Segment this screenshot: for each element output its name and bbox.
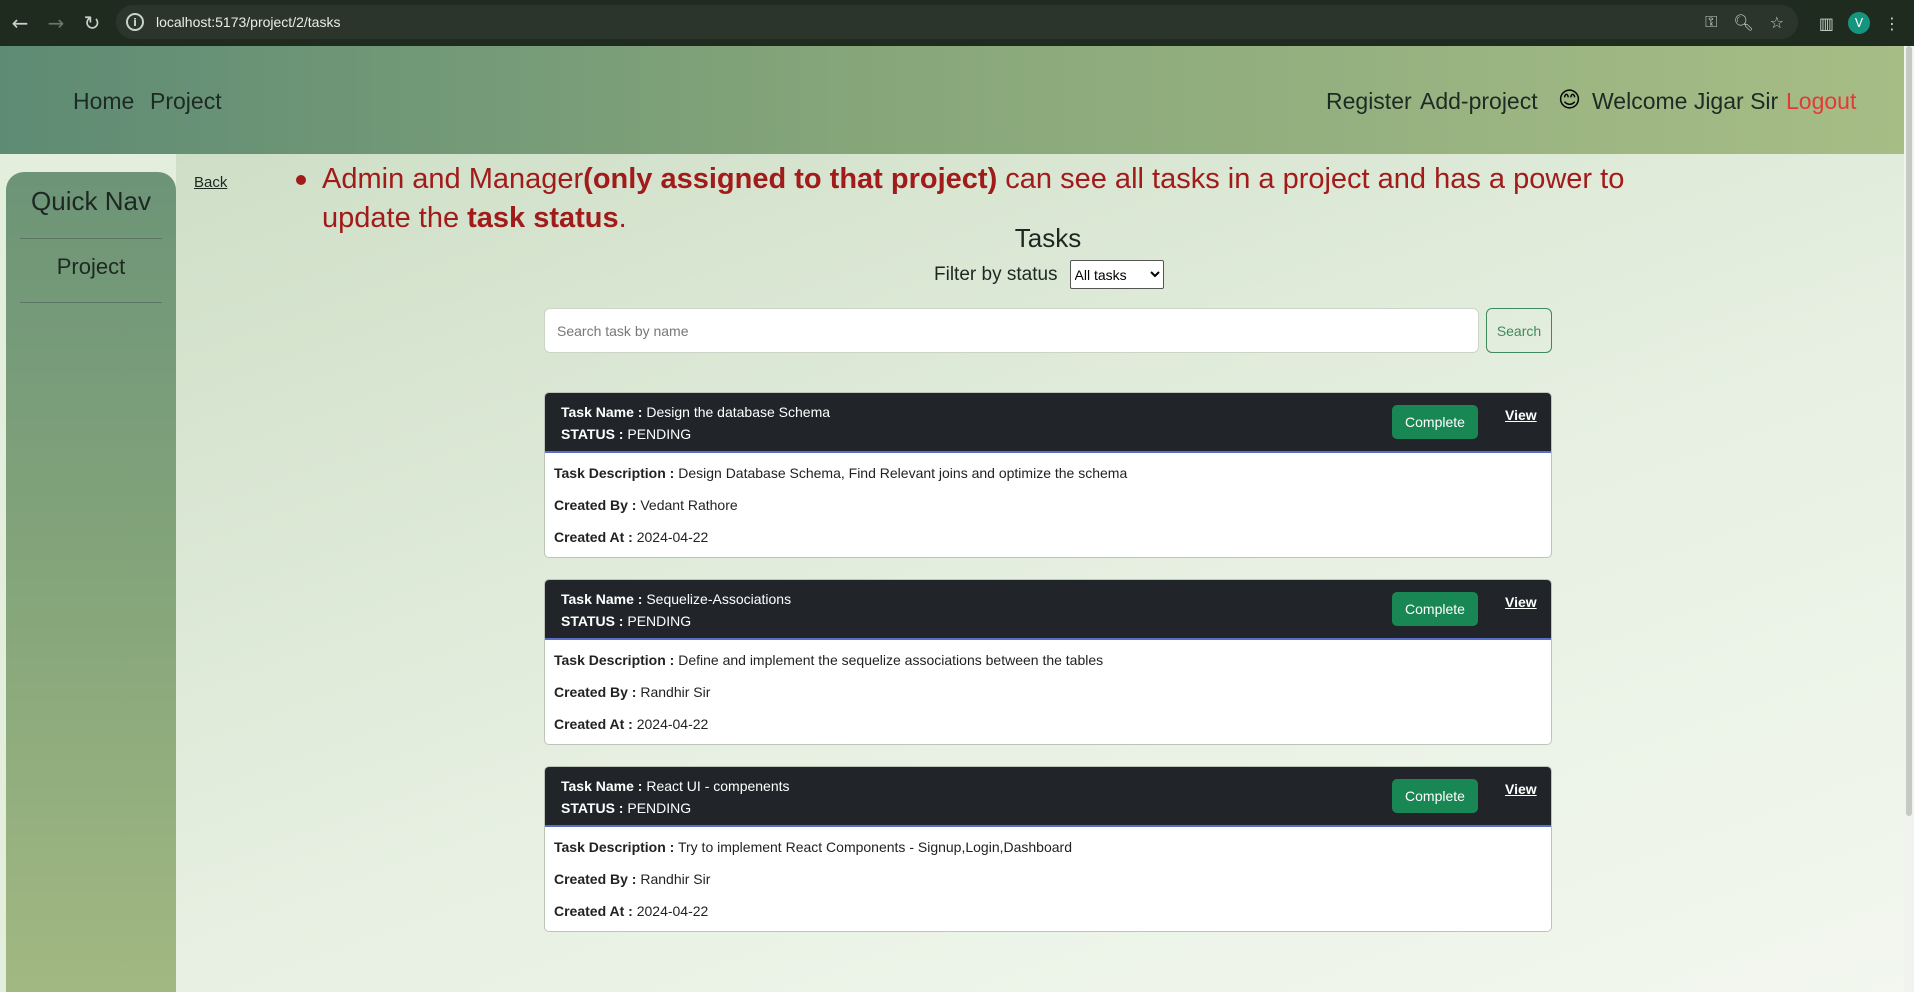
menu-kebab-icon[interactable]: ⋮ [1884, 14, 1900, 33]
scrollbar-thumb[interactable] [1906, 46, 1912, 816]
complete-button[interactable]: Complete [1392, 592, 1478, 626]
nav-logout-link[interactable]: Logout [1786, 88, 1856, 115]
nav-project-link[interactable]: Project [150, 88, 222, 115]
bullet-dot [296, 175, 306, 185]
nav-add-project-link[interactable]: Add-project [1420, 88, 1538, 115]
description-label: Task Description : [554, 839, 675, 855]
back-arrow-icon[interactable]: ← [2, 5, 38, 41]
sidebar-divider [20, 238, 162, 239]
url-text[interactable]: localhost:5173/project/2/tasks [156, 14, 340, 30]
task-name: Design the database Schema [646, 404, 831, 420]
task-description: Design Database Schema, Find Relevant jo… [678, 465, 1128, 481]
created-by-label: Created By : [554, 871, 637, 887]
task-name-label: Task Name : [561, 591, 643, 607]
task-name: Sequelize-Associations [646, 591, 792, 607]
created-at-label: Created At : [554, 716, 633, 732]
status-filter: Filter by status All tasks [934, 260, 1164, 289]
filter-label: Filter by status [934, 263, 1058, 285]
complete-button[interactable]: Complete [1392, 405, 1478, 439]
notice-text-1: Admin and Manager [322, 163, 584, 195]
browser-toolbar: ← → ↻ i localhost:5173/project/2/tasks ⚿… [0, 0, 1914, 46]
notice-bold-1: (only assigned to that project) [583, 163, 998, 195]
task-created-by: Randhir Sir [640, 684, 711, 700]
created-at-label: Created At : [554, 529, 633, 545]
task-name-label: Task Name : [561, 404, 643, 420]
status-label: STATUS : [561, 800, 624, 816]
site-info-icon[interactable]: i [126, 13, 144, 31]
top-navbar: Home Project Register Add-project 😊 Welc… [0, 46, 1904, 154]
task-created-by: Randhir Sir [640, 871, 711, 887]
page-scrollbar[interactable] [1904, 46, 1914, 992]
complete-button[interactable]: Complete [1392, 779, 1478, 813]
task-description: Try to implement React Components - Sign… [677, 839, 1072, 855]
page-title: Tasks [1014, 223, 1082, 253]
task-created-at: 2024-04-22 [636, 716, 709, 732]
status-filter-select[interactable]: All tasks [1069, 260, 1164, 289]
task-card: Task Name : Sequelize-Associations STATU… [544, 579, 1552, 745]
notice-text-3: . [618, 202, 627, 234]
view-link[interactable]: View [1505, 781, 1537, 797]
back-link[interactable]: Back [194, 174, 227, 191]
search-input[interactable] [544, 308, 1479, 353]
task-name: React UI - compenents [646, 778, 790, 794]
notice-bold-2: task status [467, 202, 619, 234]
reload-icon[interactable]: ↻ [74, 5, 110, 41]
task-status: PENDING [627, 613, 692, 629]
sidebar-divider [20, 302, 162, 303]
task-card-header: Task Name : Design the database Schema S… [545, 393, 1551, 453]
description-label: Task Description : [554, 652, 675, 668]
zoom-icon[interactable]: 🔍︎ [1733, 13, 1753, 32]
sidebar-title: Quick Nav [31, 186, 151, 216]
status-label: STATUS : [561, 426, 624, 442]
description-label: Task Description : [554, 465, 675, 481]
welcome-text: Welcome Jigar Sir [1592, 88, 1779, 114]
created-by-label: Created By : [554, 497, 637, 513]
nav-register-link[interactable]: Register [1326, 88, 1412, 115]
address-bar[interactable]: i localhost:5173/project/2/tasks ⚿ 🔍︎ ☆ [116, 5, 1798, 39]
smiley-icon: 😊 [1558, 88, 1581, 113]
status-label: STATUS : [561, 613, 624, 629]
task-name-label: Task Name : [561, 778, 643, 794]
search-button[interactable]: Search [1486, 308, 1552, 353]
task-card: Task Name : Design the database Schema S… [544, 392, 1552, 558]
password-key-icon[interactable]: ⚿ [1705, 12, 1717, 32]
view-link[interactable]: View [1505, 594, 1537, 610]
task-card-header: Task Name : Sequelize-Associations STATU… [545, 580, 1551, 640]
side-panel-icon[interactable]: ▥ [1819, 14, 1834, 33]
bookmark-star-icon[interactable]: ☆ [1770, 13, 1784, 32]
task-card: Task Name : React UI - compenents STATUS… [544, 766, 1552, 932]
nav-home-link[interactable]: Home [73, 88, 134, 115]
created-at-label: Created At : [554, 903, 633, 919]
task-created-at: 2024-04-22 [636, 529, 709, 545]
quick-nav-sidebar: Quick Nav Project [6, 172, 176, 992]
task-description: Define and implement the sequelize assoc… [678, 652, 1104, 668]
profile-avatar[interactable]: V [1848, 12, 1870, 34]
forward-arrow-icon[interactable]: → [38, 5, 74, 41]
sidebar-item-project[interactable]: Project [6, 254, 176, 280]
task-status: PENDING [627, 800, 692, 816]
task-card-header: Task Name : React UI - compenents STATUS… [545, 767, 1551, 827]
task-created-at: 2024-04-22 [636, 903, 709, 919]
created-by-label: Created By : [554, 684, 637, 700]
task-status: PENDING [627, 426, 692, 442]
view-link[interactable]: View [1505, 407, 1537, 423]
task-created-by: Vedant Rathore [640, 497, 738, 513]
